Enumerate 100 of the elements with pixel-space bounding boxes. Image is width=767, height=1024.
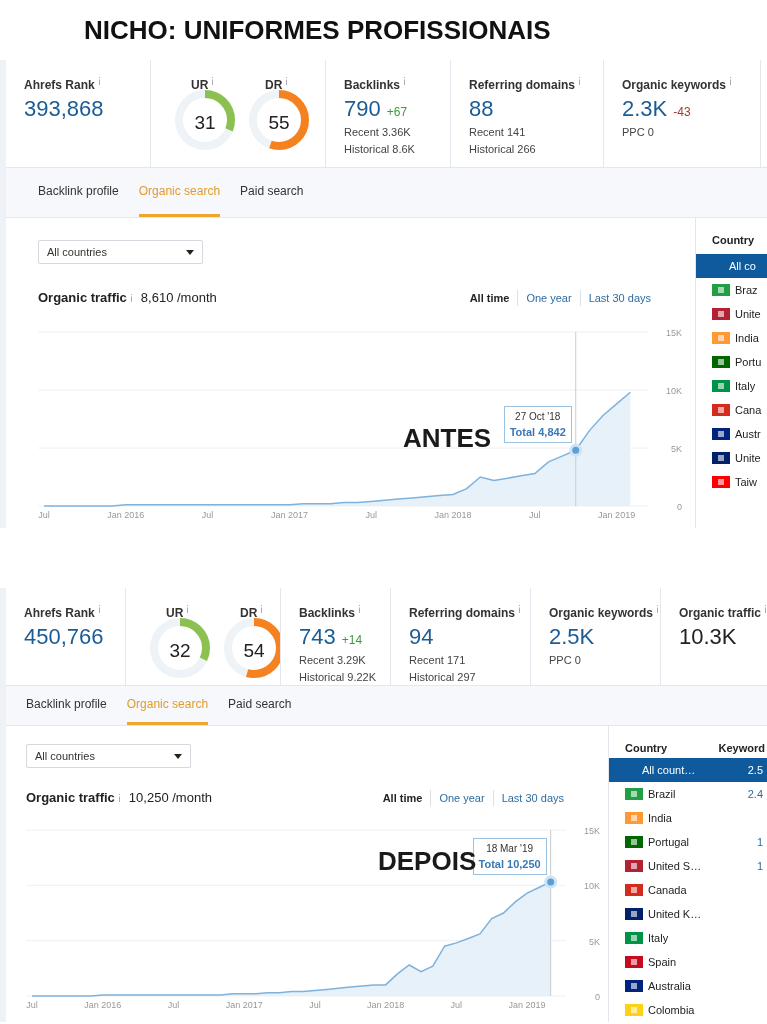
x-tick-label: Jul	[38, 509, 50, 520]
country-name: United S…	[648, 858, 702, 874]
country-name: United K…	[648, 906, 702, 922]
metric-label: Organic traffic	[679, 604, 767, 622]
x-tick-label: Jan 2018	[434, 509, 472, 520]
column-header: Keyword	[718, 741, 765, 756]
info-icon[interactable]	[97, 605, 101, 613]
country-row[interactable]: All co	[696, 254, 767, 278]
caret-icon	[186, 249, 194, 255]
metric-value: 393,868	[24, 95, 105, 123]
info-icon[interactable]	[518, 605, 522, 613]
x-tick-label: Jan 2016	[84, 999, 122, 1010]
x-tick-label: Jul	[201, 509, 214, 520]
info-icon[interactable]	[578, 77, 582, 85]
column-header: Country	[712, 233, 755, 248]
overlay-label: DEPOIS	[378, 844, 477, 878]
country-name: Cana	[735, 402, 762, 418]
metric-value: 450,766	[24, 623, 105, 651]
traffic-label: Organic traffic	[38, 289, 127, 307]
info-icon[interactable]	[285, 77, 289, 85]
metric-detail: Recent 171	[409, 653, 467, 668]
metric-value: 743	[299, 623, 336, 651]
range-link[interactable]: Last 30 days	[579, 289, 659, 306]
tooltip-total: Total 4,842	[509, 424, 566, 440]
country-name: Italy	[735, 378, 756, 394]
range-link[interactable]: Last 30 days	[492, 789, 572, 806]
info-icon[interactable]	[260, 605, 264, 613]
x-tick-label: Jul	[26, 999, 38, 1010]
country-name: Brazil	[648, 786, 676, 802]
gauge-value: 55	[268, 111, 290, 135]
country-name: India	[735, 330, 759, 346]
gauge-value: 32	[169, 639, 191, 663]
range-link[interactable]: One year	[517, 289, 580, 306]
gauge-label: UR	[166, 604, 190, 622]
column-header: Country	[625, 741, 668, 756]
metric-label: Referring domains	[409, 604, 530, 622]
range-link[interactable]: All time	[461, 289, 518, 306]
caret-icon	[174, 753, 182, 759]
x-tick-label: Jan 2018	[367, 999, 405, 1010]
tooltip-date: 18 Mar '19	[486, 841, 534, 856]
info-icon[interactable]	[129, 294, 133, 303]
gauge-label: DR	[265, 76, 289, 94]
metric-label: Organic keywords	[622, 76, 760, 94]
range-link[interactable]: All time	[374, 789, 431, 806]
metric-change: +14	[341, 632, 363, 649]
keyword-count: 1	[756, 858, 763, 874]
x-tick-label: Jul	[450, 999, 463, 1010]
x-tick-label: Jul	[365, 509, 377, 520]
metric-detail: Historical 8.6K	[344, 142, 416, 157]
metric-detail: Recent 3.29K	[299, 653, 367, 668]
metric-change: -43	[673, 104, 691, 121]
info-icon[interactable]	[729, 77, 733, 85]
gauge-label: DR	[240, 604, 264, 622]
gauge-value: 31	[194, 111, 216, 135]
country-dropdown[interactable]: All countries	[26, 744, 191, 768]
info-icon[interactable]	[117, 794, 121, 803]
country-name: Taiw	[735, 474, 757, 490]
tab[interactable]: Paid search	[240, 168, 304, 217]
country-dropdown[interactable]: All countries	[38, 240, 203, 264]
traffic-label: Organic traffic	[26, 789, 115, 807]
info-icon[interactable]	[358, 605, 362, 613]
gauge-label: UR	[191, 76, 215, 94]
country-name: All co	[729, 258, 756, 274]
metric-detail: Historical 9.22K	[299, 670, 378, 685]
x-tick-label: Jan 2017	[270, 509, 308, 520]
country-name: Colombia	[648, 1002, 695, 1018]
info-icon[interactable]	[403, 77, 407, 85]
info-icon[interactable]	[764, 605, 767, 613]
metric-value: 94	[409, 623, 434, 651]
country-row[interactable]: All count… 2.5	[609, 758, 767, 782]
keyword-count: 1	[756, 834, 763, 850]
info-icon[interactable]	[656, 605, 660, 613]
country-name: Austr	[735, 426, 761, 442]
page-title: NICHO: UNIFORMES PROFISSIONAIS	[84, 13, 551, 47]
y-tick-label: 5K	[671, 443, 682, 454]
info-icon[interactable]	[186, 605, 190, 613]
info-icon[interactable]	[211, 77, 215, 85]
metric-value: 10.3K	[679, 623, 738, 651]
country-name: Canada	[648, 882, 687, 898]
country-name: Unite	[735, 450, 761, 466]
country-name: Australia	[648, 978, 691, 994]
country-name: Spain	[648, 954, 677, 970]
metric-detail: Recent 3.36K	[344, 125, 412, 140]
metric-detail: PPC 0	[549, 653, 582, 668]
tab[interactable]: Backlink profile	[26, 686, 107, 725]
hover-dot	[569, 443, 583, 457]
x-tick-label: Jul	[167, 999, 180, 1010]
metric-label: Backlinks	[299, 604, 390, 622]
metric-detail: Recent 141	[469, 125, 527, 140]
overlay-label: ANTES	[403, 421, 492, 455]
country-name: Unite	[735, 306, 761, 322]
tab[interactable]: Backlink profile	[38, 168, 119, 217]
country-name: India	[648, 810, 672, 826]
country-name: Portu	[735, 354, 762, 370]
tab[interactable]: Paid search	[228, 686, 292, 725]
metric-value: 790	[344, 95, 381, 123]
info-icon[interactable]	[97, 77, 101, 85]
range-link[interactable]: One year	[430, 789, 493, 806]
hover-dot	[544, 875, 558, 888]
traffic-value: 8,610 /month	[140, 289, 217, 307]
